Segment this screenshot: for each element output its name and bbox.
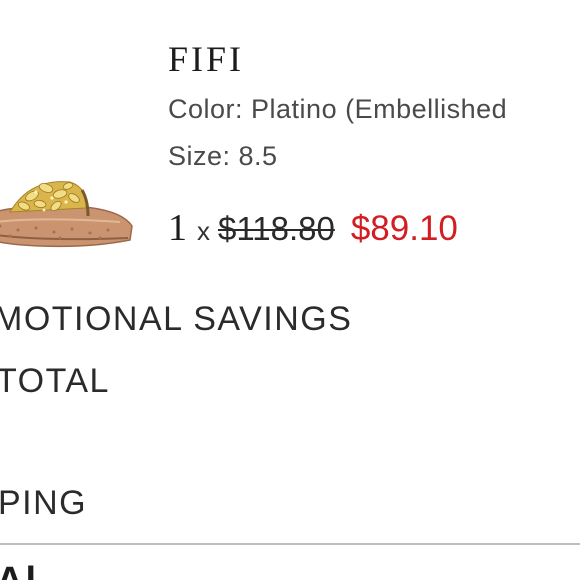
quantity: 1 [168,207,187,249]
product-name[interactable]: FIFI [168,38,244,80]
price-row: 1 x $118.80 $89.10 [168,206,458,250]
sandal-product-image[interactable] [0,160,138,260]
divider [0,543,580,545]
promotional-savings-label: MOTIONAL SAVINGS [0,300,353,338]
sale-price: $89.10 [350,209,458,248]
shipping-label: PING [0,484,88,522]
product-size: Size: 8.5 [168,141,278,171]
cart-line-item-view: FIFI Color: Platino (Embellished Size: 8… [0,0,580,580]
product-color: Color: Platino (Embellished [168,94,508,124]
truncated-label: Al [0,560,38,580]
quantity-multiplier: x [197,216,210,246]
subtotal-label: TOTAL [0,362,110,400]
original-price: $118.80 [218,210,335,247]
